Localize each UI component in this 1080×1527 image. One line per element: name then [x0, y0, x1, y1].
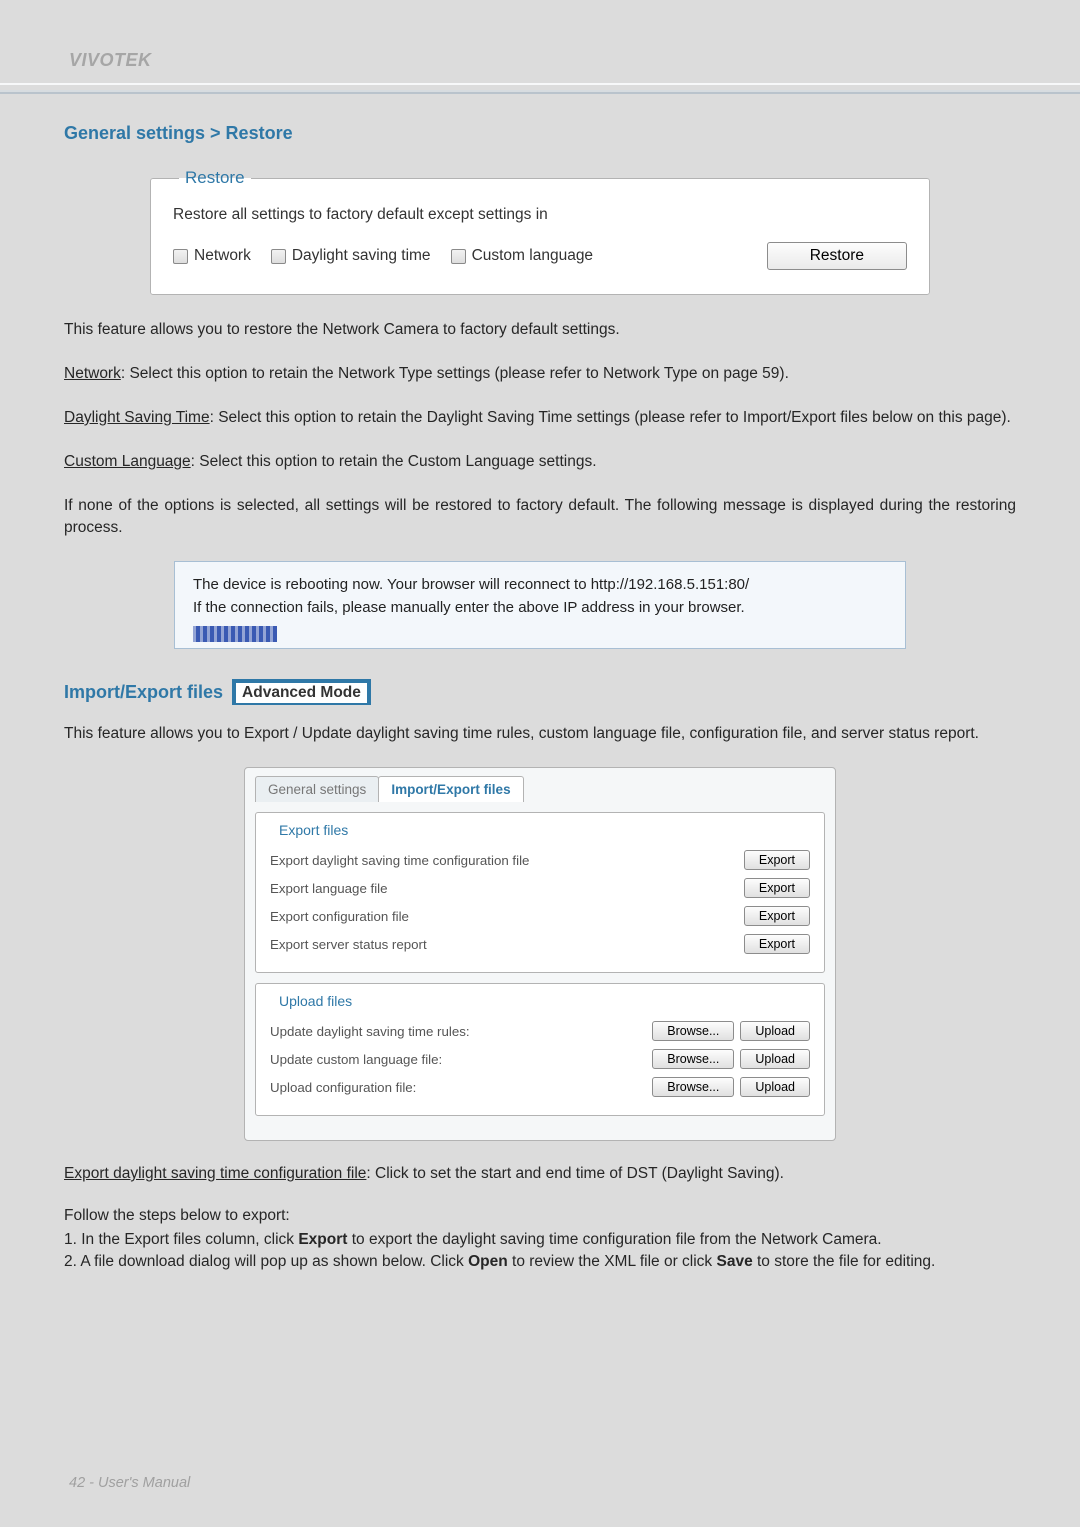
section-title-restore: General settings > Restore [64, 123, 1016, 144]
export-status-label: Export server status report [270, 937, 738, 952]
step1-pre: 1. In the Export files column, click [64, 1231, 298, 1248]
export-row-lang: Export language file Export [270, 874, 810, 902]
export-row-config: Export configuration file Export [270, 902, 810, 930]
step1-bold: Export [298, 1231, 347, 1248]
upload-dst-button[interactable]: Upload [740, 1021, 810, 1041]
para-dst: Daylight Saving Time: Select this option… [64, 407, 1016, 429]
checkbox-dst-label: Daylight saving time [292, 247, 431, 265]
upload-row-config: Upload configuration file: Browse... Upl… [270, 1073, 810, 1101]
browse-lang-button[interactable]: Browse... [652, 1049, 734, 1069]
browse-config-button[interactable]: Browse... [652, 1077, 734, 1097]
para-lang-text: : Select this option to retain the Custo… [191, 453, 597, 470]
upload-lang-button[interactable]: Upload [740, 1049, 810, 1069]
page-header: VIVOTEK [0, 0, 1080, 85]
restore-description: Restore all settings to factory default … [173, 206, 907, 224]
export-dst-u-label: Export daylight saving time configuratio… [64, 1165, 366, 1182]
checkbox-dst[interactable]: Daylight saving time [271, 247, 431, 265]
para-network-text: : Select this option to retain the Netwo… [121, 365, 789, 382]
restore-options-row: Network Daylight saving time Custom lang… [173, 242, 907, 270]
checkbox-network-label: Network [194, 247, 251, 265]
export-files-fieldset: Export files Export daylight saving time… [255, 812, 825, 973]
step1-post: to export the daylight saving time confi… [347, 1231, 881, 1248]
export-row-dst: Export daylight saving time configuratio… [270, 846, 810, 874]
restore-legend: Restore [179, 168, 251, 188]
section-title-import-export: Import/Export files Advanced Mode [64, 679, 1016, 705]
reboot-line2: If the connection fails, please manually… [193, 599, 887, 616]
para-dst-text: : Select this option to retain the Dayli… [210, 409, 1011, 426]
upload-config-button[interactable]: Upload [740, 1077, 810, 1097]
export-status-button[interactable]: Export [744, 934, 810, 954]
export-config-button[interactable]: Export [744, 906, 810, 926]
upload-row-lang: Update custom language file: Browse... U… [270, 1045, 810, 1073]
upload-dst-label: Update daylight saving time rules: [270, 1024, 646, 1039]
checkbox-lang-label: Custom language [472, 247, 594, 265]
brand-logo: VIVOTEK [69, 50, 152, 71]
para-network-label: Network [64, 365, 121, 382]
reboot-line1: The device is rebooting now. Your browse… [193, 576, 887, 593]
section2-text: Import/Export files [64, 682, 223, 702]
browse-dst-button[interactable]: Browse... [652, 1021, 734, 1041]
advanced-mode-badge: Advanced Mode [232, 679, 371, 705]
checkbox-network-input[interactable] [173, 249, 188, 264]
restore-fieldset: Restore Restore all settings to factory … [150, 168, 930, 295]
page-content: General settings > Restore Restore Resto… [64, 85, 1016, 1273]
restore-button[interactable]: Restore [767, 242, 907, 270]
para-lang-label: Custom Language [64, 453, 191, 470]
advanced-mode-text: Advanced Mode [236, 683, 367, 703]
page-footer-number: 42 - User's Manual [69, 1475, 190, 1491]
tab-general-settings[interactable]: General settings [255, 776, 379, 802]
export-dst-label: Export daylight saving time configuratio… [270, 853, 738, 868]
step2-pre: 2. A file download dialog will pop up as… [64, 1253, 468, 1270]
upload-lang-label: Update custom language file: [270, 1052, 646, 1067]
step2-bold1: Open [468, 1253, 508, 1270]
export-files-legend: Export files [274, 822, 353, 838]
reboot-message-box: The device is rebooting now. Your browse… [174, 561, 906, 649]
reboot-progress-bar [193, 626, 277, 642]
checkbox-dst-input[interactable] [271, 249, 286, 264]
para-lang: Custom Language: Select this option to r… [64, 451, 1016, 473]
checkbox-network[interactable]: Network [173, 247, 251, 265]
para-none: If none of the options is selected, all … [64, 495, 1016, 539]
para-dst-label: Daylight Saving Time [64, 409, 210, 426]
tab-strip: General settings Import/Export files [255, 776, 825, 802]
export-row-status: Export server status report Export [270, 930, 810, 958]
import-export-screenshot: General settings Import/Export files Exp… [244, 767, 836, 1141]
upload-row-dst: Update daylight saving time rules: Brows… [270, 1017, 810, 1045]
tab-import-export[interactable]: Import/Export files [378, 776, 523, 802]
step-1: 1. In the Export files column, click Exp… [82, 1229, 1016, 1251]
para-export-dst: Export daylight saving time configuratio… [64, 1163, 1016, 1185]
step2-post: to store the file for editing. [753, 1253, 936, 1270]
step-2: 2. A file download dialog will pop up as… [82, 1251, 1016, 1273]
follow-steps: Follow the steps below to export: [64, 1207, 1016, 1225]
step2-mid: to review the XML file or click [508, 1253, 717, 1270]
step2-bold2: Save [716, 1253, 752, 1270]
export-dst-text: : Click to set the start and end time of… [366, 1165, 784, 1182]
document-page: VIVOTEK General settings > Restore Resto… [0, 0, 1080, 1527]
export-lang-label: Export language file [270, 881, 738, 896]
export-config-label: Export configuration file [270, 909, 738, 924]
export-dst-button[interactable]: Export [744, 850, 810, 870]
upload-files-fieldset: Upload files Update daylight saving time… [255, 983, 825, 1116]
para-intro: This feature allows you to restore the N… [64, 319, 1016, 341]
upload-files-legend: Upload files [274, 993, 357, 1009]
checkbox-lang[interactable]: Custom language [451, 247, 594, 265]
checkbox-lang-input[interactable] [451, 249, 466, 264]
para-network: Network: Select this option to retain th… [64, 363, 1016, 385]
upload-config-label: Upload configuration file: [270, 1080, 646, 1095]
para-import-intro: This feature allows you to Export / Upda… [64, 723, 1016, 745]
export-lang-button[interactable]: Export [744, 878, 810, 898]
